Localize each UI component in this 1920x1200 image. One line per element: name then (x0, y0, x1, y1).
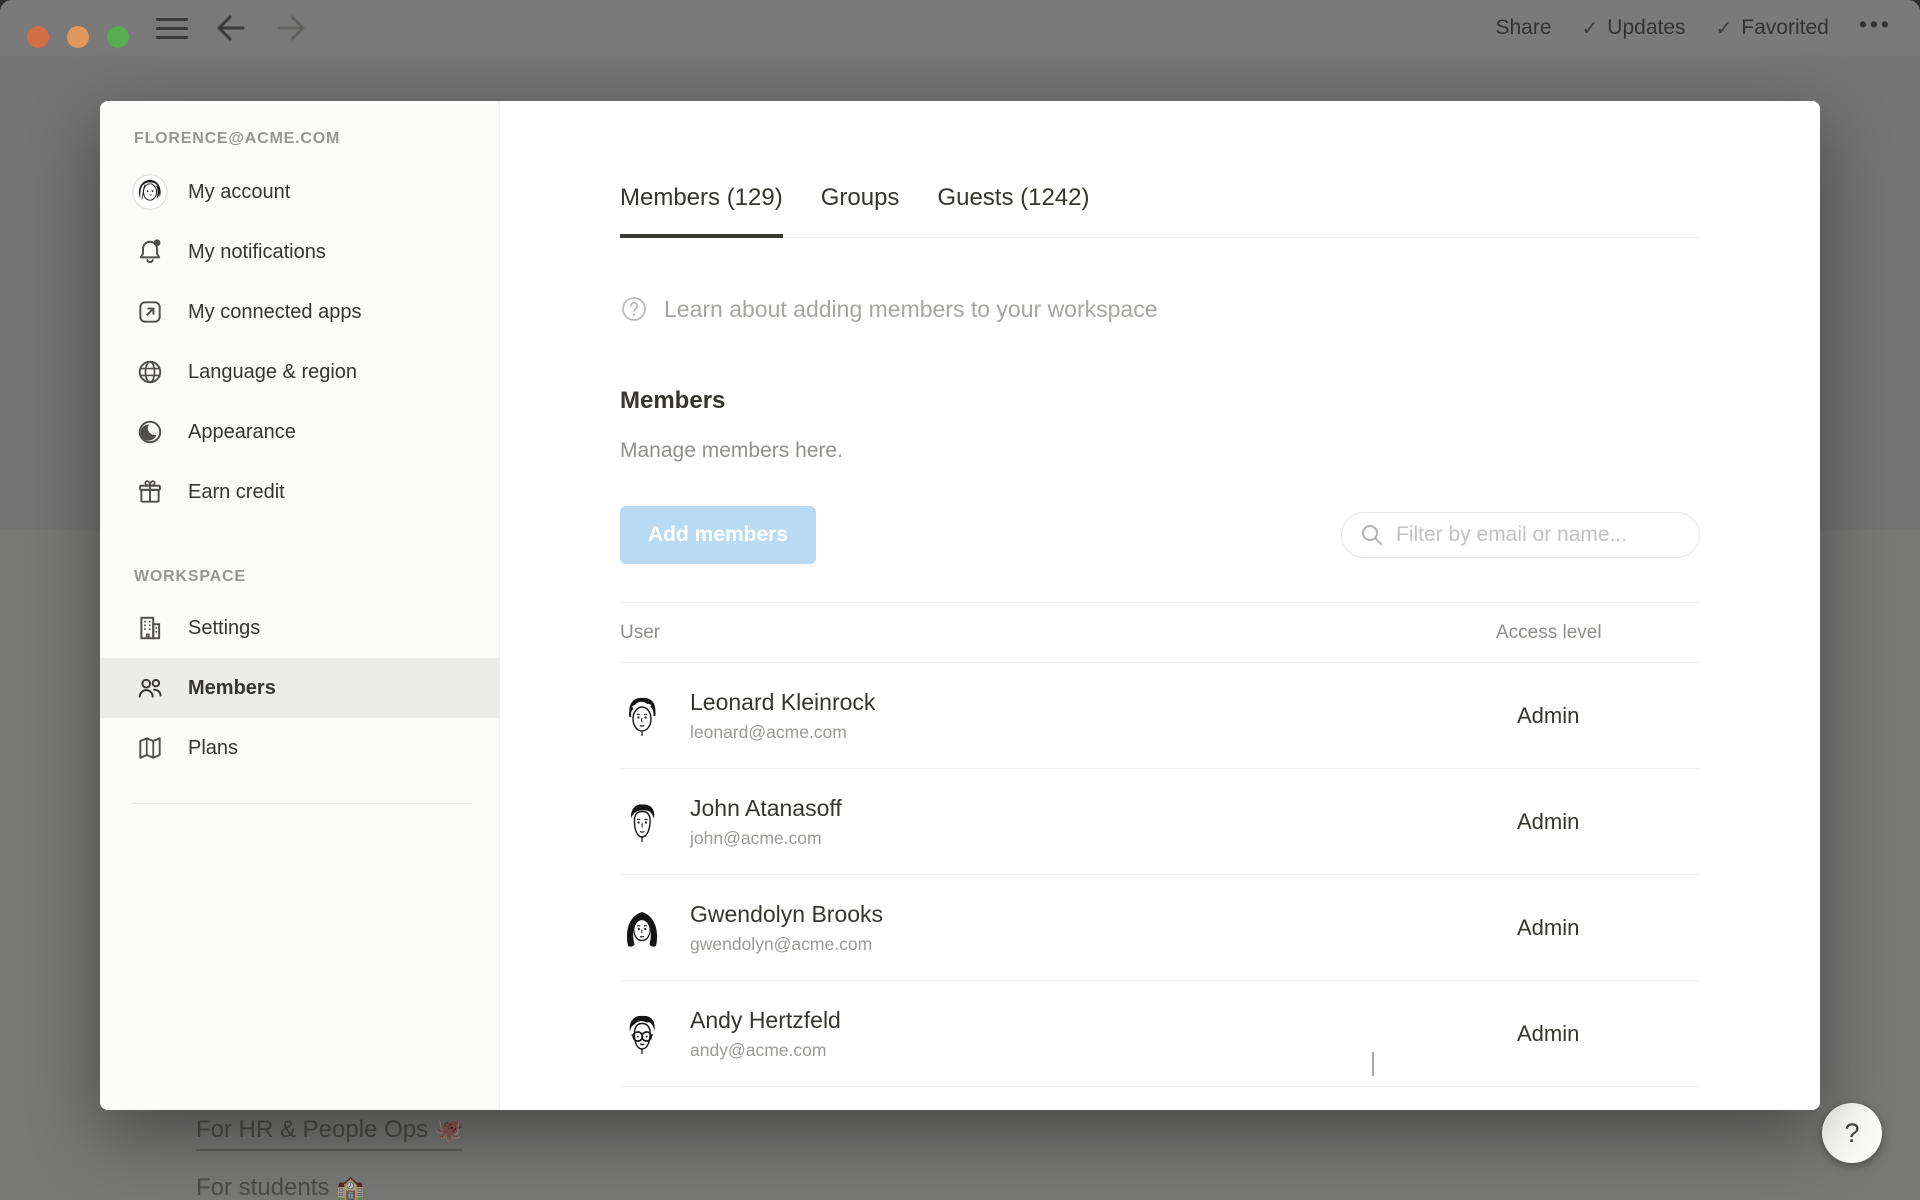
member-email: john@acme.com (690, 827, 842, 849)
updates-button[interactable]: ✓ Updates (1582, 16, 1686, 41)
members-section-title: Members (620, 386, 1700, 416)
close-window-button[interactable] (27, 26, 49, 48)
updates-label: Updates (1607, 16, 1685, 40)
member-name: John Atanasoff (690, 794, 842, 822)
sidebar-item-my-notifications[interactable]: My notifications (100, 222, 499, 282)
member-name: Andy Hertzfeld (690, 1006, 841, 1034)
sidebar-item-my-connected-apps[interactable]: My connected apps (100, 282, 499, 342)
sidebar-item-label: Members (188, 677, 276, 700)
traffic-lights (27, 26, 129, 48)
map-icon (132, 730, 168, 766)
sidebar-item-label: Appearance (188, 421, 296, 444)
user-avatar-icon (132, 174, 168, 210)
check-icon: ✓ (1716, 16, 1733, 41)
members-settings-panel: Members (129) Groups Guests (1242) Learn… (500, 101, 1820, 1110)
sidebar-item-settings[interactable]: Settings (100, 598, 499, 658)
members-table: User Access level (620, 602, 1700, 1087)
member-email: gwendolyn@acme.com (690, 933, 883, 955)
people-icon (132, 670, 168, 706)
table-row[interactable]: John Atanasoff john@acme.com Admin (620, 769, 1700, 875)
moon-contrast-icon (132, 414, 168, 450)
bell-icon (132, 234, 168, 270)
table-row[interactable]: Andy Hertzfeld andy@acme.com Admin (620, 981, 1700, 1087)
minimize-window-button[interactable] (67, 26, 89, 48)
sidebar-item-label: My connected apps (188, 301, 361, 324)
favorited-label: Favorited (1741, 16, 1829, 40)
member-filter-box (1341, 512, 1700, 558)
sidebar-item-appearance[interactable]: Appearance (100, 402, 499, 462)
back-button[interactable] (214, 13, 248, 43)
more-options-icon[interactable]: ••• (1859, 13, 1892, 44)
window-toolbar: Share ✓ Updates ✓ Favorited ••• (0, 0, 1920, 56)
tab-members[interactable]: Members (129) (620, 183, 783, 237)
access-level-value[interactable]: Admin (1496, 915, 1700, 941)
forward-button[interactable] (274, 13, 308, 43)
building-icon (132, 610, 168, 646)
member-email: andy@acme.com (690, 1039, 841, 1061)
sidebar-item-language-region[interactable]: Language & region (100, 342, 499, 402)
text-cursor-artifact (1372, 1052, 1374, 1076)
member-name: Leonard Kleinrock (690, 688, 875, 716)
account-email-heading: FLORENCE@ACME.COM (134, 130, 499, 150)
tab-guests[interactable]: Guests (1242) (937, 183, 1089, 237)
help-button[interactable]: ? (1822, 1103, 1882, 1163)
sidebar-item-label: Settings (188, 617, 260, 640)
table-row[interactable]: Leonard Kleinrock leonard@acme.com Admin (620, 663, 1700, 769)
settings-modal: FLORENCE@ACME.COM My account (100, 101, 1820, 1110)
tab-groups[interactable]: Groups (821, 183, 900, 237)
search-icon (1360, 523, 1384, 547)
column-header-user: User (620, 622, 1496, 644)
access-level-value[interactable]: Admin (1496, 809, 1700, 835)
question-mark-icon: ? (1844, 1118, 1859, 1149)
app-window: Share ✓ Updates ✓ Favorited ••• For HR &… (0, 0, 1920, 1200)
avatar-gwendolyn (620, 906, 664, 950)
octopus-emoji: 🐙 (435, 1116, 464, 1142)
sidebar-divider (132, 803, 471, 804)
sidebar-item-my-account[interactable]: My account (100, 162, 499, 222)
workspace-heading: WORKSPACE (134, 568, 499, 588)
avatar-leonard (620, 694, 664, 738)
link-for-students[interactable]: For students 🏫 (196, 1172, 365, 1200)
link-for-hr-people-ops[interactable]: For HR & People Ops 🐙 (196, 1114, 463, 1151)
share-button[interactable]: Share (1495, 16, 1551, 40)
sidebar-item-members[interactable]: Members (100, 658, 499, 718)
access-level-value[interactable]: Admin (1496, 703, 1700, 729)
filter-members-input[interactable] (1396, 523, 1681, 547)
avatar-andy (620, 1012, 664, 1056)
table-row[interactable]: Gwendolyn Brooks gwendolyn@acme.com Admi… (620, 875, 1700, 981)
member-name: Gwendolyn Brooks (690, 900, 883, 928)
members-section-subtitle: Manage members here. (620, 438, 1700, 464)
check-icon: ✓ (1582, 16, 1599, 41)
sidebar-item-earn-credit[interactable]: Earn credit (100, 462, 499, 522)
learn-about-members-link[interactable]: Learn about adding members to your works… (620, 294, 1700, 324)
school-emoji: 🏫 (336, 1174, 365, 1200)
globe-icon (132, 354, 168, 390)
sidebar-item-plans[interactable]: Plans (100, 718, 499, 778)
column-header-access-level: Access level (1496, 622, 1700, 644)
learn-link-label: Learn about adding members to your works… (664, 296, 1158, 323)
sidebar-item-label: My account (188, 181, 290, 204)
avatar-john (620, 800, 664, 844)
sidebar-item-label: My notifications (188, 241, 326, 264)
settings-sidebar: FLORENCE@ACME.COM My account (100, 101, 500, 1110)
gift-icon (132, 474, 168, 510)
zoom-window-button[interactable] (107, 26, 129, 48)
sidebar-item-label: Language & region (188, 361, 357, 384)
arrow-up-right-box-icon (132, 294, 168, 330)
access-level-value[interactable]: Admin (1496, 1021, 1700, 1047)
sidebar-item-label: Earn credit (188, 481, 285, 504)
add-members-button[interactable]: Add members (620, 506, 816, 564)
question-circle-icon (620, 295, 648, 323)
member-email: leonard@acme.com (690, 721, 875, 743)
sidebar-item-label: Plans (188, 737, 238, 760)
favorited-button[interactable]: ✓ Favorited (1716, 16, 1829, 41)
sidebar-menu-icon[interactable] (156, 18, 188, 39)
members-tabs: Members (129) Groups Guests (1242) (620, 101, 1700, 238)
members-table-header: User Access level (620, 602, 1700, 663)
